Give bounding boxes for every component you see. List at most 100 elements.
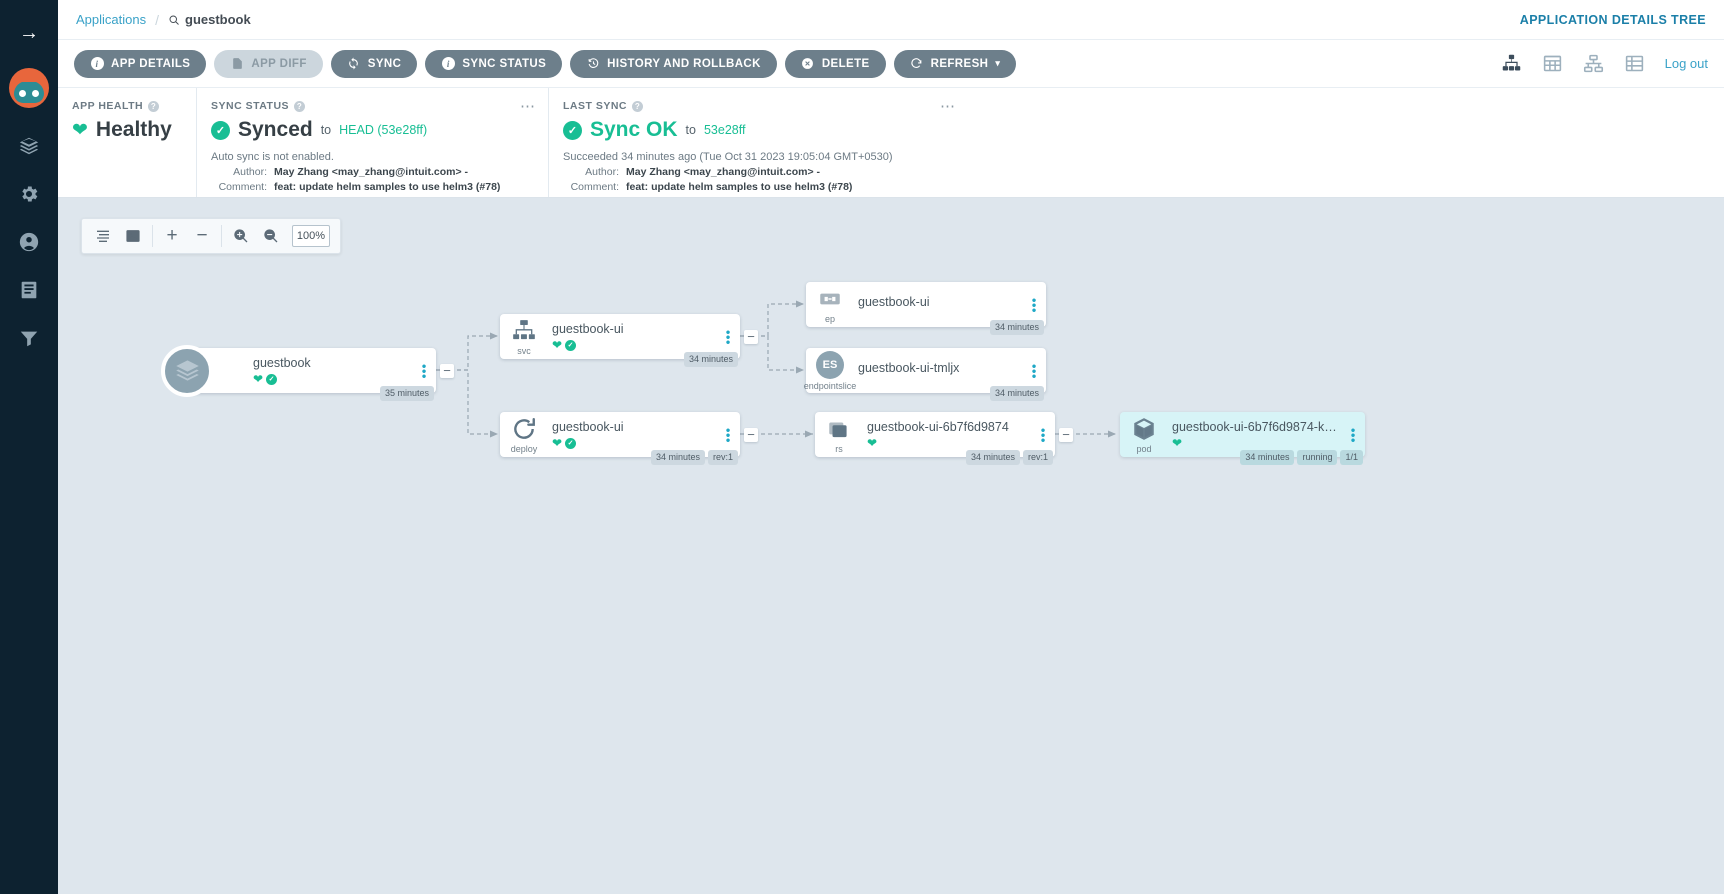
breadcrumb-current-label: guestbook: [185, 12, 251, 27]
node-body: guestbook-ui-tmljx: [858, 361, 1024, 376]
list-view-icon[interactable]: [1624, 53, 1645, 74]
network-view-icon[interactable]: [1583, 53, 1604, 74]
sync-status-panel: ⋯ SYNC STATUS ? ✓ Synced to HEAD (53e28f…: [196, 88, 548, 197]
last-sync-kebab-menu-icon[interactable]: ⋯: [940, 99, 956, 114]
node-replicaset-guestbook-ui-6b7f6d9874[interactable]: rs guestbook-ui-6b7f6d9874 ❤ • • • 34 minu…: [815, 412, 1073, 465]
collapse-icon[interactable]: −: [187, 219, 217, 253]
logout-button[interactable]: Log out: [1665, 56, 1708, 71]
history-label: HISTORY AND ROLLBACK: [607, 57, 761, 70]
sync-button[interactable]: SYNC: [330, 49, 418, 78]
question-icon[interactable]: ?: [294, 100, 306, 112]
node-tag-age: 34 minutes: [650, 450, 705, 465]
app-health-value: Healthy: [95, 118, 172, 141]
heart-icon: ❤: [72, 119, 88, 141]
tree-view-icon[interactable]: [1501, 53, 1522, 74]
history-and-rollback-button[interactable]: HISTORY AND ROLLBACK: [570, 49, 777, 78]
node-kebab-menu-icon[interactable]: • • •: [1347, 423, 1359, 446]
node-collapse-toggle[interactable]: −: [1059, 427, 1073, 442]
node-service-guestbook-ui[interactable]: svc guestbook-ui ❤ ✓ • • • 34 minutes −: [500, 314, 758, 367]
node-kebab-menu-icon[interactable]: • • •: [418, 359, 430, 382]
breadcrumb-applications[interactable]: Applications: [76, 12, 146, 27]
sync-status-revision[interactable]: HEAD (53e28ff): [339, 123, 427, 137]
toolbar-divider: [221, 225, 222, 247]
node-tag-age: 34 minutes: [989, 320, 1044, 335]
node-health-row: ❤: [1172, 437, 1343, 449]
app-details-label: APP DETAILS: [111, 57, 191, 70]
sidebar-item-settings[interactable]: [0, 170, 58, 218]
last-sync-to-label: to: [685, 123, 696, 137]
delete-button[interactable]: DELETE: [784, 49, 886, 78]
sync-status-kebab-menu-icon[interactable]: ⋯: [520, 99, 536, 114]
last-sync-revision[interactable]: 53e28ff: [704, 123, 745, 137]
node-endpoint-guestbook-ui[interactable]: ep guestbook-ui • • • 34 minutes: [806, 282, 1046, 335]
node-kind: rs: [835, 443, 843, 454]
node-body: guestbook-ui-6b7f6d9874 ❤: [867, 420, 1033, 449]
node-collapse-toggle[interactable]: −: [744, 329, 758, 344]
zoom-out-icon[interactable]: [256, 219, 286, 253]
node-kebab-menu-icon[interactable]: • • •: [1028, 293, 1040, 316]
sidebar-item-applications[interactable]: [0, 122, 58, 170]
endpointslice-badge: ES: [816, 350, 844, 379]
check-circle-icon: ✓: [565, 437, 577, 449]
sync-status-title-label: SYNC STATUS: [211, 100, 290, 112]
application-tree-canvas[interactable]: + − 100% guestbook ❤ ✓ • • • 35 minutes …: [58, 198, 1724, 894]
refresh-button[interactable]: REFRESH ▾: [893, 49, 1017, 78]
sync-status-comment-key: Comment:: [218, 181, 267, 193]
last-sync-author-key: Author:: [585, 166, 619, 178]
sidebar-item-documentation[interactable]: [0, 266, 58, 314]
question-icon[interactable]: ?: [148, 100, 160, 112]
node-tags: 34 minutes: [989, 320, 1044, 335]
graph-toolbar: + − 100%: [81, 218, 341, 254]
app-details-button[interactable]: i APP DETAILS: [74, 49, 207, 78]
status-strip: APP HEALTH ? ❤ Healthy ⋯ SYNC STATUS ? ✓…: [58, 88, 1724, 198]
delete-circle-icon: [801, 57, 815, 71]
app-diff-button[interactable]: APP DIFF: [214, 49, 323, 78]
last-sync-title: LAST SYNC ?: [563, 100, 952, 112]
pods-grid-view-icon[interactable]: [1542, 53, 1563, 74]
history-icon: [586, 57, 600, 71]
node-endpointslice-guestbook-ui-tmljx[interactable]: ES endpointslice guestbook-ui-tmljx • • • …: [804, 348, 1046, 401]
node-kebab-menu-icon[interactable]: • • •: [722, 325, 734, 348]
node-body: guestbook-ui ❤ ✓: [552, 420, 718, 449]
node-application-guestbook[interactable]: guestbook ❤ ✓ • • • 35 minutes −: [161, 344, 454, 401]
sidebar-toggle-icon[interactable]: →: [0, 12, 58, 54]
collapse-all-icon[interactable]: [88, 219, 118, 253]
node-collapse-toggle[interactable]: −: [744, 427, 758, 442]
refresh-label: REFRESH: [930, 57, 989, 70]
argo-logo[interactable]: [9, 68, 49, 108]
node-kebab-menu-icon[interactable]: • • •: [722, 423, 734, 446]
node-name: guestbook: [253, 356, 311, 370]
delete-label: DELETE: [821, 57, 870, 70]
node-body: guestbook-ui ❤ ✓: [552, 322, 718, 351]
node-tag-age: 34 minutes: [1240, 450, 1295, 465]
zoom-in-icon[interactable]: [226, 219, 256, 253]
node-name: guestbook-ui-6b7f6d9874-km…: [1172, 420, 1343, 434]
node-name: guestbook-ui-6b7f6d9874: [867, 420, 1009, 434]
refresh-icon: [910, 57, 924, 71]
sidebar-item-filter[interactable]: [0, 314, 58, 362]
node-name: guestbook-ui: [552, 420, 624, 434]
sync-label: SYNC: [367, 57, 402, 70]
fit-to-screen-icon[interactable]: [118, 219, 148, 253]
node-collapse-toggle[interactable]: −: [440, 363, 454, 378]
node-kebab-menu-icon[interactable]: • • •: [1028, 359, 1040, 382]
page-title[interactable]: APPLICATION DETAILS TREE: [1520, 13, 1706, 27]
node-deployment-guestbook-ui[interactable]: deploy guestbook-ui ❤ ✓ • • • 34 minutes r…: [500, 412, 758, 465]
app-health-title-label: APP HEALTH: [72, 100, 144, 112]
last-sync-comment-row: Comment: feat: update helm samples to us…: [563, 181, 952, 193]
sidebar-item-user-info[interactable]: [0, 218, 58, 266]
top-bar: Applications / guestbook APPLICATION DET…: [58, 0, 1724, 40]
action-toolbar: i APP DETAILS APP DIFF SYNC i SYNC STATU…: [58, 40, 1724, 88]
node-tags: 34 minutes: [989, 386, 1044, 401]
node-tags: 34 minutes rev:1: [965, 450, 1053, 465]
info-icon: i: [90, 57, 104, 71]
node-kebab-menu-icon[interactable]: • • •: [1037, 423, 1049, 446]
sync-status-button[interactable]: i SYNC STATUS: [425, 49, 563, 78]
zoom-level-input[interactable]: 100%: [292, 225, 330, 247]
expand-icon[interactable]: +: [157, 219, 187, 253]
argocd-app: → Applications / guestbook APPLICATION D…: [0, 0, 1724, 894]
question-icon[interactable]: ?: [632, 100, 644, 112]
breadcrumb-separator: /: [155, 11, 159, 28]
sidebar: →: [0, 0, 58, 894]
node-pod-guestbook-ui[interactable]: pod guestbook-ui-6b7f6d9874-km… ❤ • • • 34…: [1120, 412, 1365, 465]
